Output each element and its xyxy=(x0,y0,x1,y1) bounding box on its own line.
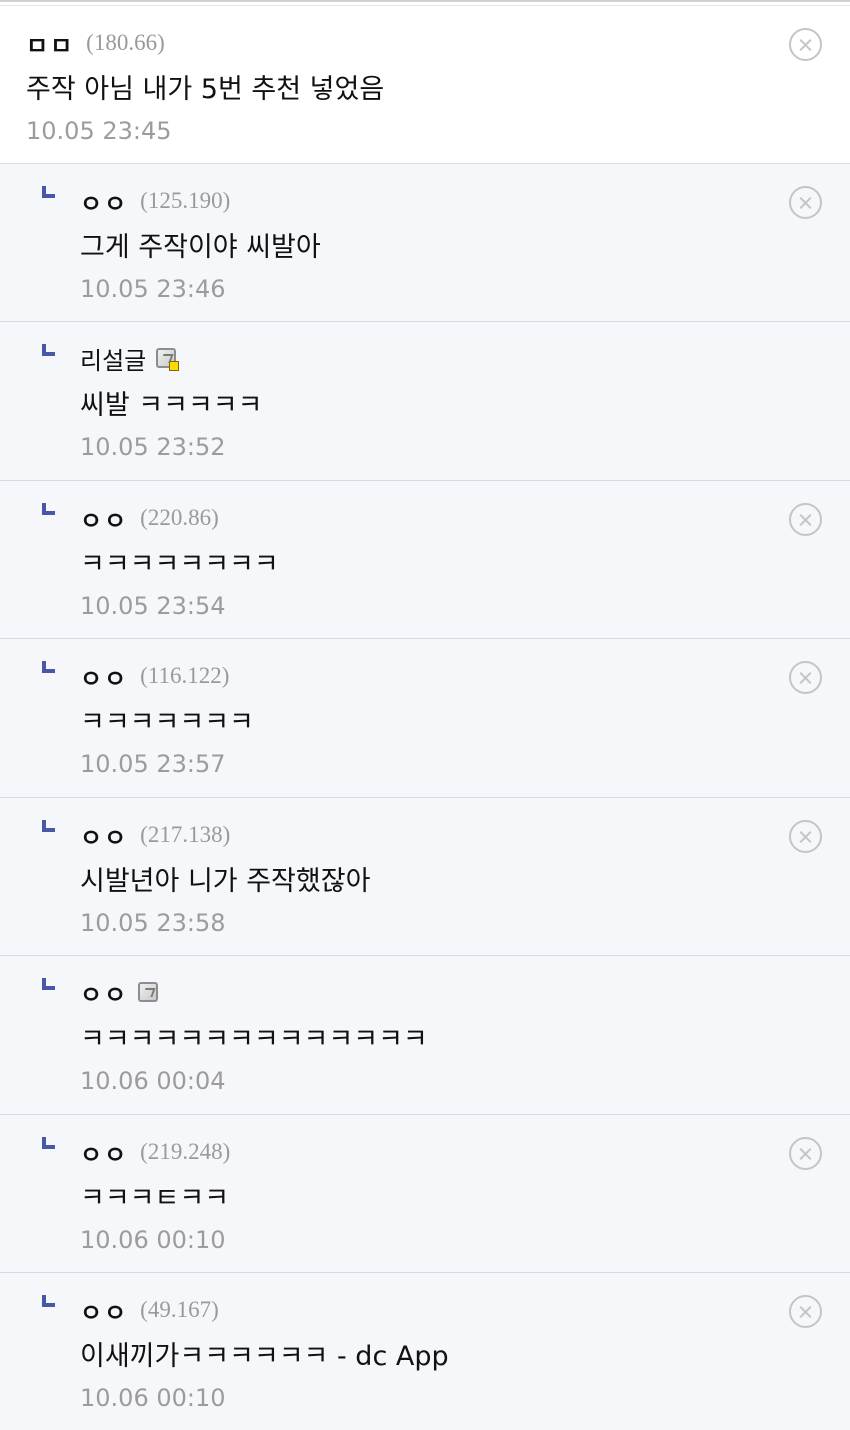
comment-text: 씨발 ㅋㅋㅋㅋㅋ xyxy=(80,390,263,421)
comment-ip: (180.66) xyxy=(86,30,165,55)
comment-timestamp: 10.05 23:52 xyxy=(80,433,226,461)
comment-nickname[interactable]: ㅁㅁ xyxy=(26,26,74,61)
comment-nickname[interactable]: ㅇㅇ xyxy=(80,501,128,536)
comment-header: 리설글 xyxy=(80,340,180,376)
comment-timestamp: 10.05 23:57 xyxy=(80,750,226,778)
comment-ip: (219.248) xyxy=(140,1139,231,1164)
comment-nickname[interactable]: ㅇㅇ xyxy=(80,1293,128,1328)
comment-header: ㅇㅇ xyxy=(80,974,159,1010)
reply-arrow-icon xyxy=(42,661,55,673)
delete-comment-button[interactable] xyxy=(789,661,822,694)
comment-nickname[interactable]: ㅇㅇ xyxy=(80,818,128,853)
comment-text: ㅋㅋㅋㅋㅋㅋㅋㅋㅋㅋㅋㅋㅋㅋ xyxy=(80,1024,428,1055)
comment-timestamp: 10.05 23:58 xyxy=(80,909,226,937)
comment-header: ㅇㅇ (219.248) xyxy=(80,1134,230,1170)
comment-header: ㅇㅇ (116.122) xyxy=(80,658,229,694)
member-icon xyxy=(138,982,159,1002)
delete-comment-button[interactable] xyxy=(789,820,822,853)
member-icon xyxy=(156,348,180,371)
delete-comment-button[interactable] xyxy=(789,1137,822,1170)
comment-timestamp: 10.05 23:54 xyxy=(80,592,226,620)
reply-comment-item: 리설글 씨발 ㅋㅋㅋㅋㅋ 10.05 23:52 xyxy=(0,322,850,481)
comment-timestamp: 10.06 00:04 xyxy=(80,1067,226,1095)
comment-ip: (220.86) xyxy=(140,505,219,530)
comment-timestamp: 10.05 23:45 xyxy=(26,117,172,145)
reply-arrow-icon xyxy=(42,820,55,832)
comment-timestamp: 10.06 00:10 xyxy=(80,1226,226,1254)
comment-nickname[interactable]: ㅇㅇ xyxy=(80,1135,128,1170)
comment-ip: (116.122) xyxy=(140,663,230,688)
comment-text: ㅋㅋㅋㅋㅋㅋㅋㅋ xyxy=(80,549,279,580)
comment-header: ㅇㅇ (220.86) xyxy=(80,500,219,536)
comment-header: ㅇㅇ (49.167) xyxy=(80,1292,219,1328)
comment-text: ㅋㅋㅋㅋㅋㅋㅋ xyxy=(80,707,254,738)
comment-text: 이새끼가ㅋㅋㅋㅋㅋㅋ - dc App xyxy=(80,1341,449,1372)
reply-arrow-icon xyxy=(42,1137,55,1149)
reply-comment-item: ㅇㅇ (116.122) ㅋㅋㅋㅋㅋㅋㅋ 10.05 23:57 xyxy=(0,639,850,798)
comment-timestamp: 10.06 00:10 xyxy=(80,1384,226,1412)
delete-comment-button[interactable] xyxy=(789,186,822,219)
delete-comment-button[interactable] xyxy=(789,28,822,61)
comment-text: 시발년아 니가 주작했잖아 xyxy=(80,866,371,897)
comment-ip: (125.190) xyxy=(140,188,231,213)
comment-header: ㅇㅇ (125.190) xyxy=(80,183,230,219)
reply-comment-item: ㅇㅇ (125.190) 그게 주작이야 씨발아 10.05 23:46 xyxy=(0,164,850,322)
reply-arrow-icon xyxy=(42,344,55,356)
comment-header: ㅁㅁ (180.66) xyxy=(26,25,165,61)
comment-text: 주작 아님 내가 5번 추천 넣었음 xyxy=(26,74,385,105)
comment-nickname[interactable]: 리설글 xyxy=(80,341,146,376)
comment-header: ㅇㅇ (217.138) xyxy=(80,817,230,853)
reply-arrow-icon xyxy=(42,978,55,990)
comment-nickname[interactable]: ㅇㅇ xyxy=(80,184,128,219)
reply-comment-item: ㅇㅇ (217.138) 시발년아 니가 주작했잖아 10.05 23:58 xyxy=(0,798,850,956)
comment-text: ㅋㅋㅋㅌㅋㅋ xyxy=(80,1183,230,1214)
reply-comment-item: ㅇㅇ (49.167) 이새끼가ㅋㅋㅋㅋㅋㅋ - dc App 10.06 00… xyxy=(0,1273,850,1430)
comment-nickname[interactable]: ㅇㅇ xyxy=(80,659,128,694)
reply-arrow-icon xyxy=(42,186,55,198)
reply-arrow-icon xyxy=(42,503,55,515)
delete-comment-button[interactable] xyxy=(789,503,822,536)
comment-ip: (217.138) xyxy=(140,822,231,847)
delete-comment-button[interactable] xyxy=(789,1295,822,1328)
reply-arrow-icon xyxy=(42,1295,55,1307)
reply-comment-item: ㅇㅇ ㅋㅋㅋㅋㅋㅋㅋㅋㅋㅋㅋㅋㅋㅋ 10.06 00:04 xyxy=(0,956,850,1115)
reply-comment-item: ㅇㅇ (220.86) ㅋㅋㅋㅋㅋㅋㅋㅋ 10.05 23:54 xyxy=(0,481,850,639)
reply-comment-item: ㅇㅇ (219.248) ㅋㅋㅋㅌㅋㅋ 10.06 00:10 xyxy=(0,1115,850,1273)
comment-timestamp: 10.05 23:46 xyxy=(80,275,226,303)
comment-nickname[interactable]: ㅇㅇ xyxy=(80,975,128,1010)
comment-ip: (49.167) xyxy=(140,1297,219,1322)
comment-text: 그게 주작이야 씨발아 xyxy=(80,232,321,263)
comment-item: ㅁㅁ (180.66) 주작 아님 내가 5번 추천 넣었음 10.05 23:… xyxy=(0,6,850,164)
